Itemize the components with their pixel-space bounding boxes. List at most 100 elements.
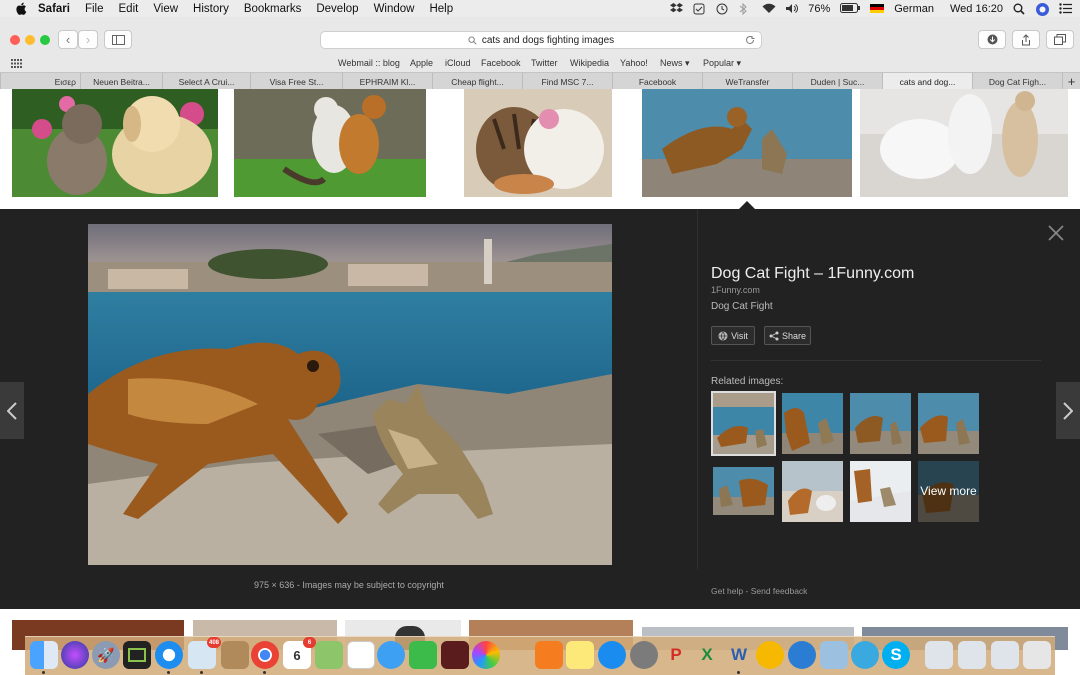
- result-thumbnail-dogs-playing[interactable]: [860, 89, 1068, 197]
- sidebar-toggle-button[interactable]: [104, 30, 132, 49]
- battery-percent[interactable]: 76%: [808, 3, 830, 15]
- send-feedback-link[interactable]: Send feedback: [751, 586, 808, 596]
- visit-button[interactable]: Visit: [711, 326, 755, 345]
- menu-develop[interactable]: Develop: [316, 3, 358, 15]
- tab[interactable]: Facebook: [612, 73, 702, 90]
- tab[interactable]: EPHRAIM Kl...: [342, 73, 432, 90]
- result-thumbnail-kitten-puppy[interactable]: [12, 89, 218, 197]
- task-check-icon[interactable]: [693, 3, 706, 15]
- tab[interactable]: WeTransfer: [702, 73, 792, 90]
- reload-icon[interactable]: [745, 35, 755, 45]
- menu-file[interactable]: File: [85, 3, 104, 15]
- family-sharing-icon[interactable]: [851, 641, 879, 669]
- minimize-window-button[interactable]: [25, 35, 35, 45]
- related-image[interactable]: [782, 461, 843, 522]
- system-preferences-icon[interactable]: [630, 641, 658, 669]
- preview-title[interactable]: Dog Cat Fight – 1Funny.com: [711, 265, 914, 283]
- mail-icon[interactable]: 408: [188, 637, 221, 669]
- share-toolbar-button[interactable]: [1012, 30, 1040, 49]
- facetime-icon[interactable]: [409, 641, 437, 669]
- launchpad-icon[interactable]: 🚀: [92, 641, 120, 669]
- skype-icon[interactable]: S: [882, 641, 910, 669]
- related-image[interactable]: [711, 391, 776, 456]
- notification-center-icon[interactable]: [1059, 3, 1072, 14]
- favorite-wikipedia[interactable]: Wikipedia: [570, 58, 609, 68]
- favorite-webmail[interactable]: Webmail :: blog: [338, 58, 400, 68]
- related-image[interactable]: [782, 393, 843, 454]
- favorite-apple[interactable]: Apple: [410, 58, 433, 68]
- input-source-label[interactable]: German: [894, 3, 934, 15]
- reminders-icon[interactable]: [347, 641, 375, 669]
- tab[interactable]: Εισερ: [0, 73, 80, 90]
- share-button[interactable]: Share: [764, 326, 811, 345]
- maps-icon[interactable]: [315, 641, 343, 669]
- wifi-icon[interactable]: [762, 3, 776, 14]
- address-bar[interactable]: cats and dogs fighting images: [320, 31, 762, 49]
- itunes-icon[interactable]: [504, 641, 532, 669]
- related-image[interactable]: [850, 393, 911, 454]
- favorite-news[interactable]: News ▾: [660, 58, 690, 69]
- favorite-popular[interactable]: Popular ▾: [703, 58, 741, 69]
- close-window-button[interactable]: [10, 35, 20, 45]
- result-thumbnail-cat-wrestling[interactable]: [464, 89, 612, 197]
- favorite-yahoo[interactable]: Yahoo!: [620, 58, 648, 68]
- tab[interactable]: Select A Crui...: [162, 73, 250, 90]
- spotlight-search-icon[interactable]: [1013, 3, 1026, 15]
- menu-bookmarks[interactable]: Bookmarks: [244, 3, 302, 15]
- next-image-button[interactable]: [1056, 382, 1080, 439]
- norton-icon[interactable]: [756, 641, 784, 669]
- related-image[interactable]: [918, 393, 979, 454]
- tab[interactable]: Find MSC 7...: [522, 73, 612, 90]
- new-tab-button[interactable]: +: [1062, 73, 1080, 90]
- messages-icon[interactable]: [377, 641, 405, 669]
- app-store-icon[interactable]: [598, 641, 626, 669]
- volume-icon[interactable]: [785, 3, 799, 14]
- photo-booth-icon[interactable]: [441, 641, 469, 669]
- favorite-twitter[interactable]: Twitter: [531, 58, 558, 68]
- tab[interactable]: Dog Cat Figh...: [972, 73, 1062, 90]
- word-document-icon[interactable]: [991, 641, 1019, 669]
- battery-icon[interactable]: [840, 3, 861, 14]
- apple-menu-icon[interactable]: [14, 2, 28, 16]
- mission-control-icon[interactable]: [123, 641, 151, 669]
- clock[interactable]: Wed 16:20: [950, 3, 1003, 15]
- ibooks-icon[interactable]: [535, 641, 563, 669]
- favorite-icloud[interactable]: iCloud: [445, 58, 471, 68]
- tab[interactable]: Duden | Suc...: [792, 73, 882, 90]
- menu-edit[interactable]: Edit: [119, 3, 139, 15]
- safari-icon[interactable]: [155, 641, 183, 669]
- menu-window[interactable]: Window: [374, 3, 415, 15]
- previous-image-button[interactable]: [0, 382, 24, 439]
- user-avatar-icon[interactable]: [1036, 3, 1049, 16]
- wireless-utility-icon[interactable]: [820, 641, 848, 669]
- word-document-icon[interactable]: [958, 641, 986, 669]
- result-thumbnail-dog-cat-fight[interactable]: [642, 89, 852, 197]
- calendar-icon[interactable]: 66: [283, 637, 316, 669]
- trash-icon[interactable]: [1023, 641, 1051, 669]
- word-icon[interactable]: W: [725, 641, 753, 669]
- menu-app-name[interactable]: Safari: [38, 3, 70, 15]
- view-more-button[interactable]: View more: [918, 461, 979, 522]
- get-help-link[interactable]: Get help: [711, 586, 743, 596]
- stickies-icon[interactable]: [566, 641, 594, 669]
- powerpoint-icon[interactable]: P: [662, 641, 690, 669]
- time-machine-icon[interactable]: [716, 3, 729, 15]
- downloads-button[interactable]: [978, 30, 1006, 49]
- result-thumbnail-cats-fighting[interactable]: [234, 89, 426, 197]
- photos-icon[interactable]: [472, 641, 500, 669]
- related-image[interactable]: [850, 461, 911, 522]
- bluetooth-icon[interactable]: [739, 2, 752, 16]
- menu-help[interactable]: Help: [429, 3, 453, 15]
- notes-app-icon[interactable]: [221, 641, 249, 669]
- word-document-icon[interactable]: [925, 641, 953, 669]
- menu-view[interactable]: View: [153, 3, 178, 15]
- preview-domain[interactable]: 1Funny.com: [711, 285, 760, 295]
- related-image[interactable]: [713, 461, 774, 522]
- forward-button[interactable]: ›: [78, 30, 98, 49]
- menu-history[interactable]: History: [193, 3, 229, 15]
- excel-icon[interactable]: X: [693, 641, 721, 669]
- tab[interactable]: Visa Free St...: [250, 73, 342, 90]
- favorites-grid-icon[interactable]: [11, 59, 22, 68]
- tab[interactable]: Neuen Beitra...: [80, 73, 162, 90]
- finder-icon[interactable]: [30, 641, 58, 669]
